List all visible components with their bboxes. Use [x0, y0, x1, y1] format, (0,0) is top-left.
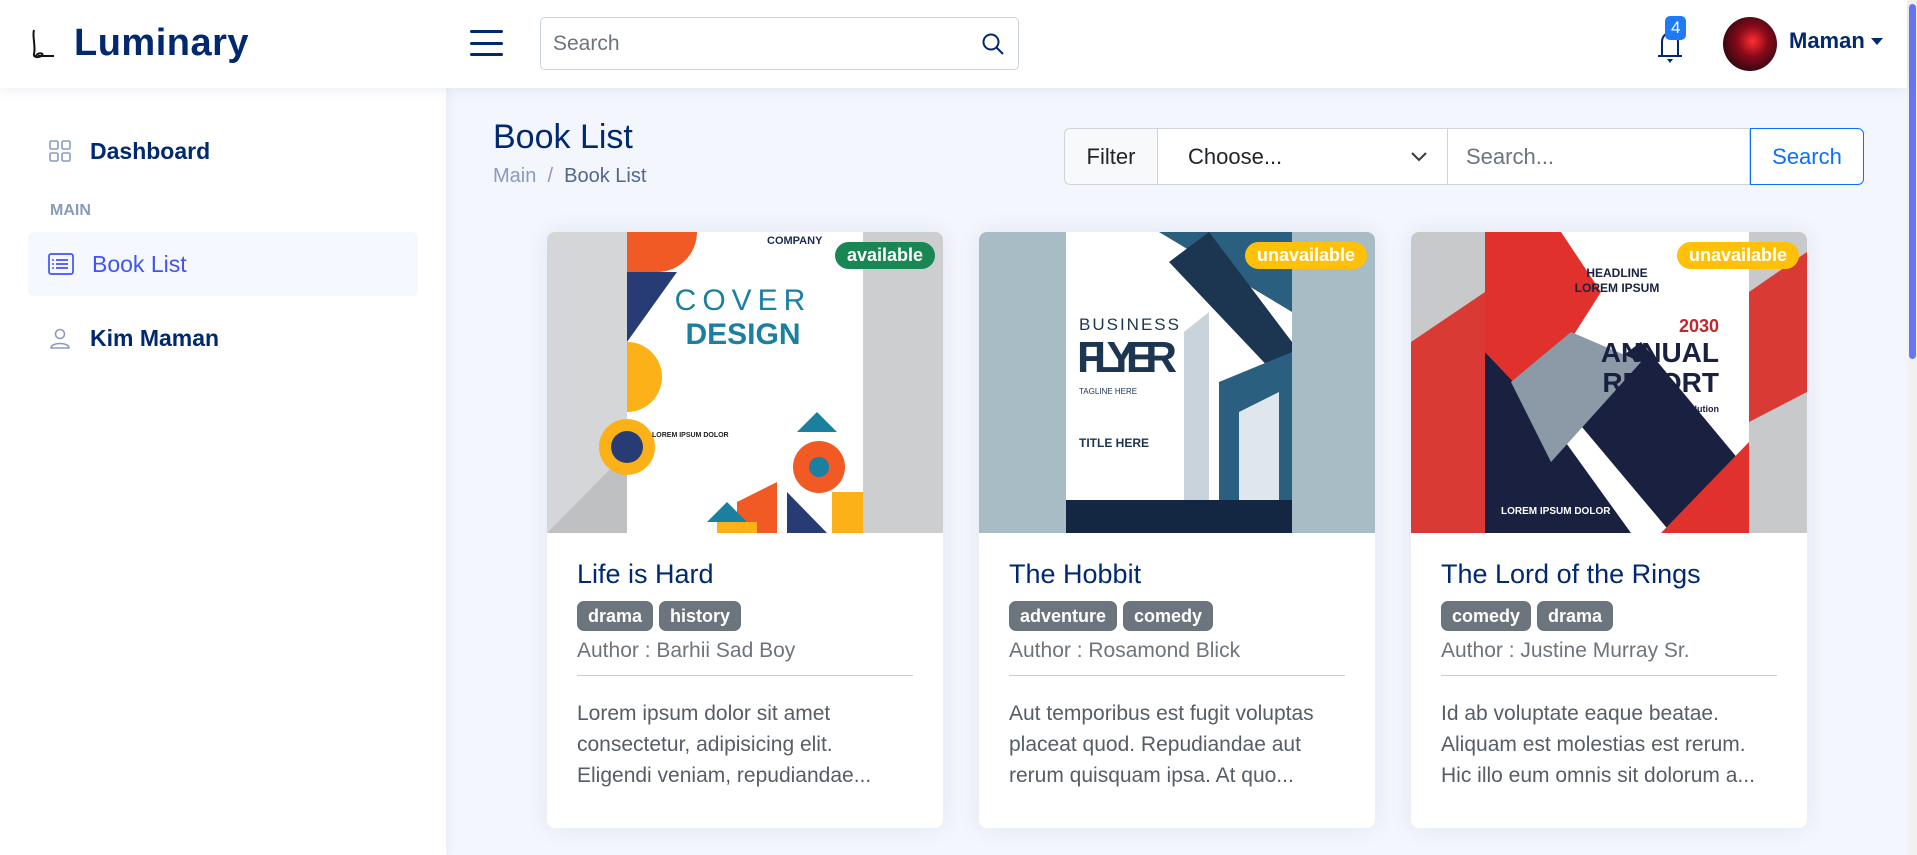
- book-cover-image: BUSINESS FLYER TAGLINE HERE TITLE HERE u…: [979, 232, 1375, 533]
- scrollbar[interactable]: [1907, 0, 1917, 855]
- svg-text:LOREM IPSUM: LOREM IPSUM: [1575, 281, 1660, 295]
- caret-down-icon: [1870, 37, 1883, 45]
- list-icon: [48, 253, 74, 275]
- user-name: Maman: [1789, 28, 1865, 53]
- book-cover-image: COMPANY COVER DESIGN LOREM IPSUM DOLOR a…: [547, 232, 943, 533]
- svg-text:HEADLINE: HEADLINE: [1586, 266, 1647, 280]
- sidebar-item-label: Book List: [92, 250, 187, 277]
- book-author: Author : Rosamond Blick: [1009, 639, 1345, 676]
- top-header: Luminary 4 Maman: [0, 0, 1907, 88]
- search-input[interactable]: [541, 18, 968, 69]
- filter-group: Filter Choose... Search: [1064, 128, 1864, 185]
- svg-text:COVER: COVER: [675, 284, 812, 317]
- book-author: Author : Barhii Sad Boy: [577, 639, 913, 676]
- status-badge: unavailable: [1676, 242, 1799, 269]
- page-title: Book List: [493, 118, 633, 156]
- book-title[interactable]: The Lord of the Rings: [1441, 557, 1777, 591]
- svg-text:COMPANY: COMPANY: [767, 235, 823, 247]
- genre-tag: history: [659, 601, 742, 631]
- svg-text:REPORT: REPORT: [1602, 367, 1719, 398]
- filter-select[interactable]: Choose...: [1158, 128, 1448, 185]
- logo-icon: [32, 29, 54, 58]
- filter-search-button[interactable]: Search: [1750, 128, 1864, 185]
- book-description: Aut temporibus est fugit voluptas placea…: [1009, 702, 1314, 787]
- svg-text:TAGLINE HERE: TAGLINE HERE: [1079, 387, 1137, 396]
- svg-text:TITLE HERE: TITLE HERE: [1079, 436, 1149, 450]
- search-icon[interactable]: [968, 32, 1018, 56]
- genre-tag: adventure: [1009, 601, 1118, 631]
- avatar[interactable]: [1723, 17, 1777, 71]
- genre-tag: drama: [577, 601, 654, 631]
- sidebar-item-dashboard[interactable]: Dashboard: [28, 119, 418, 183]
- brand-logo[interactable]: Luminary: [30, 22, 249, 65]
- breadcrumb-main[interactable]: Main: [493, 165, 536, 187]
- grid-icon: [49, 140, 71, 162]
- breadcrumb-separator: /: [541, 165, 559, 187]
- book-description: Id ab voluptate eaque beatae. Aliquam es…: [1441, 702, 1755, 787]
- breadcrumb: Main / Book List: [493, 165, 646, 188]
- book-title[interactable]: Life is Hard: [577, 557, 913, 591]
- book-card[interactable]: HEADLINE LOREM IPSUM 2030 ANNUAL REPORT …: [1411, 232, 1807, 828]
- svg-text:Global Business Solution: Global Business Solution: [1610, 404, 1719, 414]
- genre-tag: comedy: [1441, 601, 1532, 631]
- svg-text:ANNUAL: ANNUAL: [1601, 337, 1719, 368]
- user-menu[interactable]: Maman: [1789, 28, 1883, 54]
- filter-select-value: Choose...: [1188, 143, 1283, 169]
- chevron-down-icon: [1411, 151, 1427, 161]
- status-badge: unavailable: [1244, 242, 1367, 269]
- svg-text:LOREM IPSUM DOLOR: LOREM IPSUM DOLOR: [1501, 506, 1611, 517]
- book-description: Lorem ipsum dolor sit amet consectetur, …: [577, 702, 872, 787]
- sidebar-item-label: Kim Maman: [90, 324, 220, 351]
- menu-toggle-icon[interactable]: [470, 30, 503, 56]
- sidebar-heading: MAIN: [50, 202, 91, 219]
- person-icon: [50, 328, 70, 349]
- svg-text:2030: 2030: [1679, 316, 1719, 336]
- brand-name: Luminary: [74, 22, 250, 64]
- svg-text:DESIGN: DESIGN: [685, 318, 800, 351]
- svg-text:LOREM IPSUM DOLOR: LOREM IPSUM DOLOR: [652, 432, 729, 439]
- sidebar-item-book-list[interactable]: Book List: [28, 232, 418, 296]
- status-badge: available: [834, 242, 935, 269]
- breadcrumb-current: Book List: [564, 165, 647, 187]
- sidebar: Dashboard MAIN Book List Kim Maman: [0, 88, 446, 855]
- svg-text:BUSINESS: BUSINESS: [1079, 315, 1181, 334]
- header-search: [540, 17, 1019, 70]
- filter-label: Filter: [1064, 128, 1158, 185]
- sidebar-item-kim-maman[interactable]: Kim Maman: [28, 306, 418, 370]
- book-card[interactable]: COMPANY COVER DESIGN LOREM IPSUM DOLOR a…: [547, 232, 943, 828]
- book-author: Author : Justine Murray Sr.: [1441, 639, 1777, 676]
- genre-tag: comedy: [1123, 601, 1214, 631]
- book-cover-image: HEADLINE LOREM IPSUM 2030 ANNUAL REPORT …: [1411, 232, 1807, 533]
- book-title[interactable]: The Hobbit: [1009, 557, 1345, 591]
- notification-badge: 4: [1665, 16, 1687, 40]
- genre-tag: drama: [1537, 601, 1614, 631]
- filter-search-input[interactable]: [1448, 128, 1750, 185]
- book-card[interactable]: BUSINESS FLYER TAGLINE HERE TITLE HERE u…: [979, 232, 1375, 828]
- sidebar-item-label: Dashboard: [90, 137, 211, 164]
- svg-text:FLYER: FLYER: [1077, 333, 1177, 382]
